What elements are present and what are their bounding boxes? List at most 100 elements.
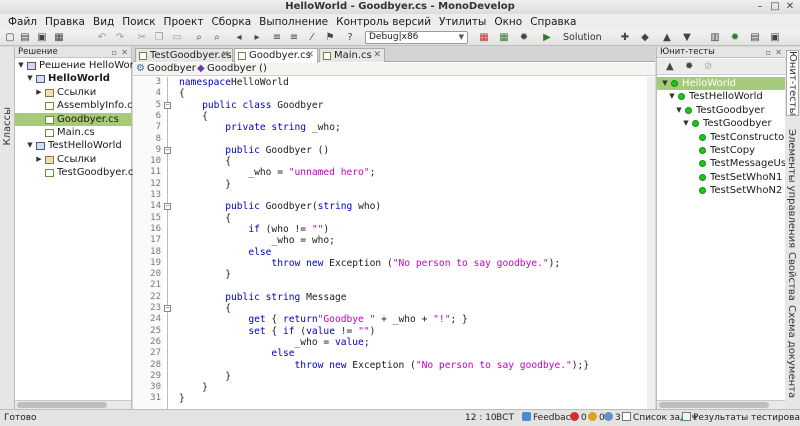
code-line[interactable]: 22 public string Message (133, 292, 655, 303)
comment-icon[interactable]: ⁄ (305, 31, 319, 45)
menu-edit[interactable]: Правка (41, 14, 89, 30)
unit-test-item[interactable]: TestMessageUseC (657, 157, 786, 170)
unit-test-item[interactable]: ▼ TestGoodbyer (657, 104, 786, 117)
code-line[interactable]: 5− public class Goodbyer (133, 100, 655, 111)
pad-close-icon[interactable]: ✕ (775, 47, 782, 58)
fold-toggle-icon[interactable]: − (164, 305, 171, 312)
document-outline-side-tab[interactable]: Схема документа (786, 305, 797, 398)
menu-view[interactable]: Вид (89, 14, 118, 30)
expander-down-icon[interactable]: ▼ (682, 117, 690, 130)
code-line[interactable]: 12 } (133, 179, 655, 190)
unit-tests-side-tab[interactable]: Юнит-тесты (786, 50, 799, 117)
editor-scrollbar[interactable] (647, 77, 655, 409)
code-line[interactable]: 4{ (133, 88, 655, 99)
code-line[interactable]: 10 { (133, 156, 655, 167)
navigate-icon[interactable]: ◆ (638, 31, 652, 45)
code-line[interactable]: 28 throw new Exception ("No person to sa… (133, 360, 655, 371)
expander-down-icon[interactable]: ▼ (26, 139, 34, 152)
tab-testgoodbyer[interactable]: TestGoodbyer.cs ✕ (135, 48, 233, 62)
help-icon[interactable]: ? (343, 31, 357, 45)
unit-test-item[interactable]: ▼ HelloWorld (657, 77, 786, 91)
code-line[interactable]: 14− public Goodbyer(string who) (133, 201, 655, 212)
unit-test-item[interactable]: ▼ TestGoodbyer (657, 117, 786, 130)
menu-project[interactable]: Проект (160, 14, 208, 30)
code-line[interactable]: 11 _who = "unnamed hero"; (133, 167, 655, 178)
code-line[interactable]: 8 (133, 134, 655, 145)
menu-window[interactable]: Окно (490, 14, 526, 30)
pad-options-icon[interactable]: ▫ (766, 47, 771, 58)
cut-icon[interactable]: ✂ (135, 31, 149, 45)
build-icon[interactable]: ▦ (477, 31, 491, 45)
code-line[interactable]: 20 } (133, 269, 655, 280)
run-tests-icon[interactable]: ▲ (666, 61, 674, 72)
code-line[interactable]: 19 throw new Exception ("No person to sa… (133, 258, 655, 269)
solution-tree-item[interactable]: ▶ Ссылки (15, 153, 132, 166)
menu-build[interactable]: Сборка (207, 14, 255, 30)
move-up-icon[interactable]: ▲ (660, 31, 674, 45)
indent-icon[interactable]: ≡ (270, 31, 284, 45)
copy-icon[interactable]: ❐ (152, 31, 166, 45)
expander-down-icon[interactable]: ▼ (17, 59, 25, 72)
menu-run[interactable]: Выполнение (255, 14, 332, 30)
find-icon[interactable]: ⌕ (192, 31, 206, 45)
unit-test-item[interactable]: TestSetWhoN1 (657, 171, 786, 184)
jump-back-icon[interactable]: ◂ (232, 31, 246, 45)
unit-test-item[interactable]: TestConstructorWi (657, 131, 786, 144)
undo-icon[interactable]: ↶ (95, 31, 109, 45)
solution-tree-item[interactable]: AssemblyInfo.cs (15, 99, 138, 112)
fold-toggle-icon[interactable]: − (164, 101, 171, 109)
close-tab-icon[interactable]: ✕ (373, 49, 381, 62)
message-count[interactable]: 3 (604, 411, 621, 426)
code-line[interactable]: 23− { (133, 303, 655, 314)
jump-forward-icon[interactable]: ▸ (250, 31, 264, 45)
solution-tree-item[interactable]: ▼ Решение HelloWorld (15, 59, 143, 72)
maximize-icon[interactable]: □ (769, 1, 781, 12)
unit-test-item[interactable]: TestSetWhoN2 (657, 184, 786, 197)
menu-help[interactable]: Справка (526, 14, 580, 30)
expander-right-icon[interactable]: ▶ (35, 153, 43, 166)
solution-tree-item[interactable]: Main.cs (15, 126, 132, 139)
solution-pad-scrollbar[interactable] (15, 400, 131, 409)
code-line[interactable]: 3 namespaceHelloWorld (133, 77, 655, 88)
error-count[interactable]: 0 (570, 411, 587, 426)
add-icon[interactable]: ✚ (618, 31, 632, 45)
paste-icon[interactable]: ▭ (170, 31, 184, 45)
fold-toggle-icon[interactable]: − (164, 203, 171, 211)
expander-right-icon[interactable]: ▶ (35, 86, 43, 99)
solution-tree-item[interactable]: TestGoodbyer.cs (15, 166, 139, 179)
code-line[interactable]: 17 _who = who; (133, 235, 655, 246)
code-line[interactable]: 18 else (133, 247, 655, 258)
toolbox-side-tab[interactable]: Элементы управления (786, 129, 797, 248)
breadcrumb-class[interactable]: Goodbyer (147, 63, 196, 75)
redo-icon[interactable]: ↷ (113, 31, 127, 45)
code-line[interactable]: 26 _who = value; (133, 337, 655, 348)
menu-version-control[interactable]: Контроль версий (332, 14, 435, 30)
unit-test-item[interactable]: TestCopy (657, 144, 786, 157)
fold-toggle-icon[interactable]: − (164, 146, 171, 154)
classes-tab[interactable]: Классы (2, 107, 13, 146)
code-line[interactable]: 13 (133, 190, 655, 201)
code-line[interactable]: 7 private string _who; (133, 122, 655, 133)
save-all-icon[interactable]: ▦ (52, 31, 66, 45)
breadcrumb-member[interactable]: Goodbyer () (207, 63, 267, 75)
pad-options-icon[interactable]: ▫ (112, 47, 117, 58)
debug-icon[interactable]: ✹ (728, 31, 742, 45)
rebuild-icon[interactable]: ▦ (497, 31, 511, 45)
find-next-icon[interactable]: ⌕ (210, 31, 224, 45)
stop-tests-icon[interactable]: ⊘ (704, 61, 712, 72)
code-line[interactable]: 25 set { if (value != "") (133, 326, 655, 337)
run-settings-icon[interactable]: ✹ (517, 31, 531, 45)
solution-tree-item[interactable]: Goodbyer.cs (15, 112, 132, 126)
bookmark-icon[interactable]: ⚑ (323, 31, 337, 45)
expander-down-icon[interactable]: ▼ (661, 77, 669, 90)
properties-side-tab[interactable]: Свойства (786, 252, 797, 301)
test-results-button[interactable]: Результаты тестирования (682, 411, 800, 426)
test-options-icon[interactable]: ✹ (685, 61, 693, 72)
solution-tree-item[interactable]: ▼ HelloWorld (15, 72, 132, 85)
move-down-icon[interactable]: ▼ (680, 31, 694, 45)
unindent-icon[interactable]: ≡ (287, 31, 301, 45)
code-line[interactable]: 31} (133, 393, 655, 404)
tab-main[interactable]: Main.cs ✕ (319, 48, 385, 62)
open-file-icon[interactable]: ▤ (18, 31, 32, 45)
new-file-icon[interactable]: ▢ (3, 31, 17, 45)
